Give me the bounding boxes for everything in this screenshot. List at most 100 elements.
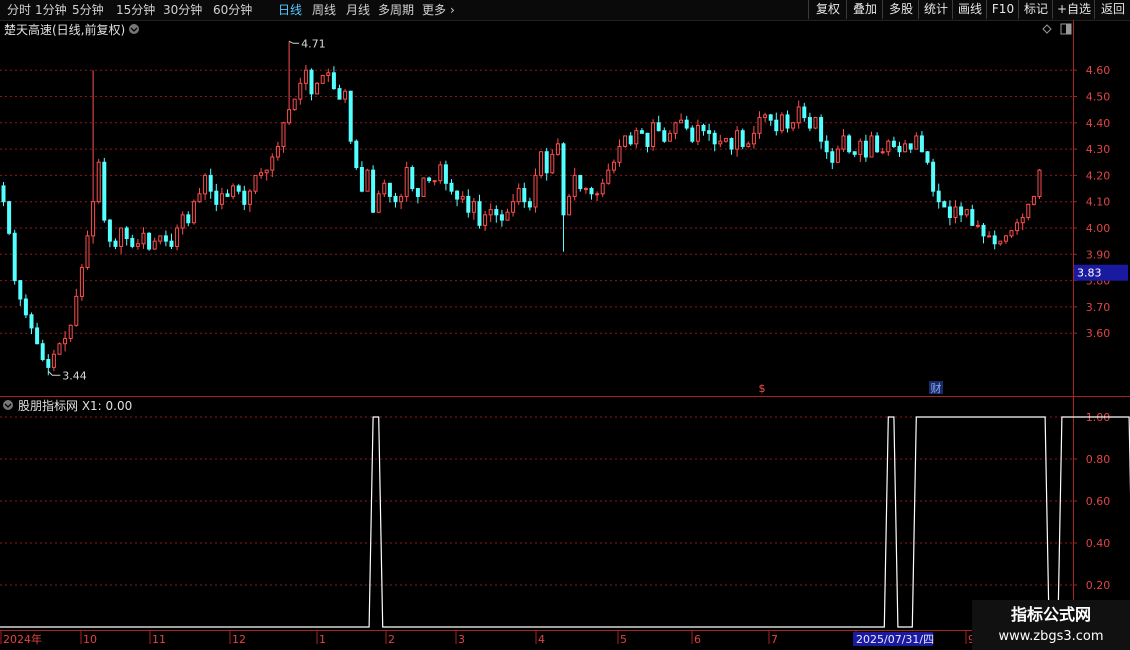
panel-toggle-icon[interactable] [1060,23,1072,35]
candle-body [735,130,740,150]
candle-body [107,219,112,242]
candle-body [690,127,695,142]
event-marker[interactable]: 财 [929,381,943,395]
event-marker[interactable]: $ [759,382,766,395]
price-tick-label: 4.40 [1086,117,1111,130]
candle-body [466,195,471,213]
candle-body [494,209,499,216]
candle-body [886,140,891,153]
candle-body [505,211,510,221]
candle-body [259,172,264,176]
candle-body [74,295,79,326]
candle-body [539,151,544,176]
x-axis-label: 3 [458,633,465,646]
x-axis-label: 2024年 [3,632,42,646]
high-price-label: 4.71 [301,37,326,50]
candle-body [91,201,96,237]
candle-body [191,201,196,224]
candle-body [819,117,824,142]
candle-body [651,122,656,147]
candle-body [656,122,661,132]
candle-body [102,161,107,221]
candle-body [471,201,476,213]
x-axis-label: 12 [232,633,246,646]
candle-body [46,359,51,368]
candle-body [623,135,628,147]
diamond-icon[interactable] [1042,24,1052,34]
event-marker-label: $ [759,382,766,395]
candle-body [998,240,1003,245]
candle-body [113,240,118,247]
indicator-grid: 1.000.800.600.400.20 [0,411,1110,592]
candle-body [152,240,157,250]
price-panel-title: 楚天高速(日线,前复权) [4,22,125,37]
candle-body [684,119,689,129]
chevron-down-icon[interactable] [3,400,13,410]
candle-body [203,174,208,195]
candle-body [611,161,616,171]
candle-body [796,106,801,124]
candle-body [595,193,600,196]
x-axis-label: 2 [388,633,395,646]
candle-body [348,90,353,142]
candle-body [600,182,605,195]
candle-body [567,195,572,216]
candle-body [774,119,779,132]
current-price-value: 3.83 [1077,267,1102,280]
candle-body [432,180,437,183]
candle-body [712,132,717,145]
candle-body [931,161,936,192]
candle-body [903,143,908,153]
candle-body [371,169,376,213]
price-tick-label: 4.60 [1086,64,1111,77]
candle-body [544,151,549,174]
candle-body [841,135,846,150]
cursor-date-label: 2025/07/31/四 [856,633,934,646]
candle-body [1003,235,1008,242]
candle-body [639,130,644,134]
candle-body [959,206,964,216]
indicator-tick-label: 0.80 [1086,453,1111,466]
indicator-tick-label: 0.20 [1086,579,1111,592]
candle-body [970,209,975,226]
candle-body [231,185,236,197]
candle-body [707,130,712,134]
indicator-tick-label: 0.40 [1086,537,1111,550]
candle-body [225,193,230,197]
candle-body [813,117,818,129]
candle-body [869,135,874,158]
candle-body [511,201,516,213]
candle-body [908,143,913,150]
price-tick-label: 3.90 [1086,248,1111,261]
candle-body [242,190,247,205]
candle-body [359,167,364,192]
candle-body [701,124,706,132]
candle-body [779,114,784,132]
indicator-x1-line [0,416,1130,628]
candle-body [365,169,370,192]
candle-body [298,82,303,100]
candle-body [343,90,348,100]
candle-body [555,143,560,155]
candle-body [63,337,68,345]
candle-body [404,167,409,197]
candle-body [382,182,387,195]
candle-body [550,153,555,174]
candle-body [320,74,325,84]
candle-body [147,232,152,250]
candles [1,41,1042,376]
chevron-down-icon[interactable] [129,24,139,34]
x-axis-line [0,630,1130,631]
candle-body [443,164,448,184]
candle-body [79,266,84,297]
candle-body [824,140,829,153]
candle-body [561,143,566,216]
candle-body [662,130,667,142]
candle-body [281,122,286,147]
candle-body [287,109,292,124]
candle-body [718,140,723,145]
candle-body [499,214,504,221]
candle-body [130,238,135,247]
candle-body [617,145,622,163]
candle-body [830,151,835,163]
